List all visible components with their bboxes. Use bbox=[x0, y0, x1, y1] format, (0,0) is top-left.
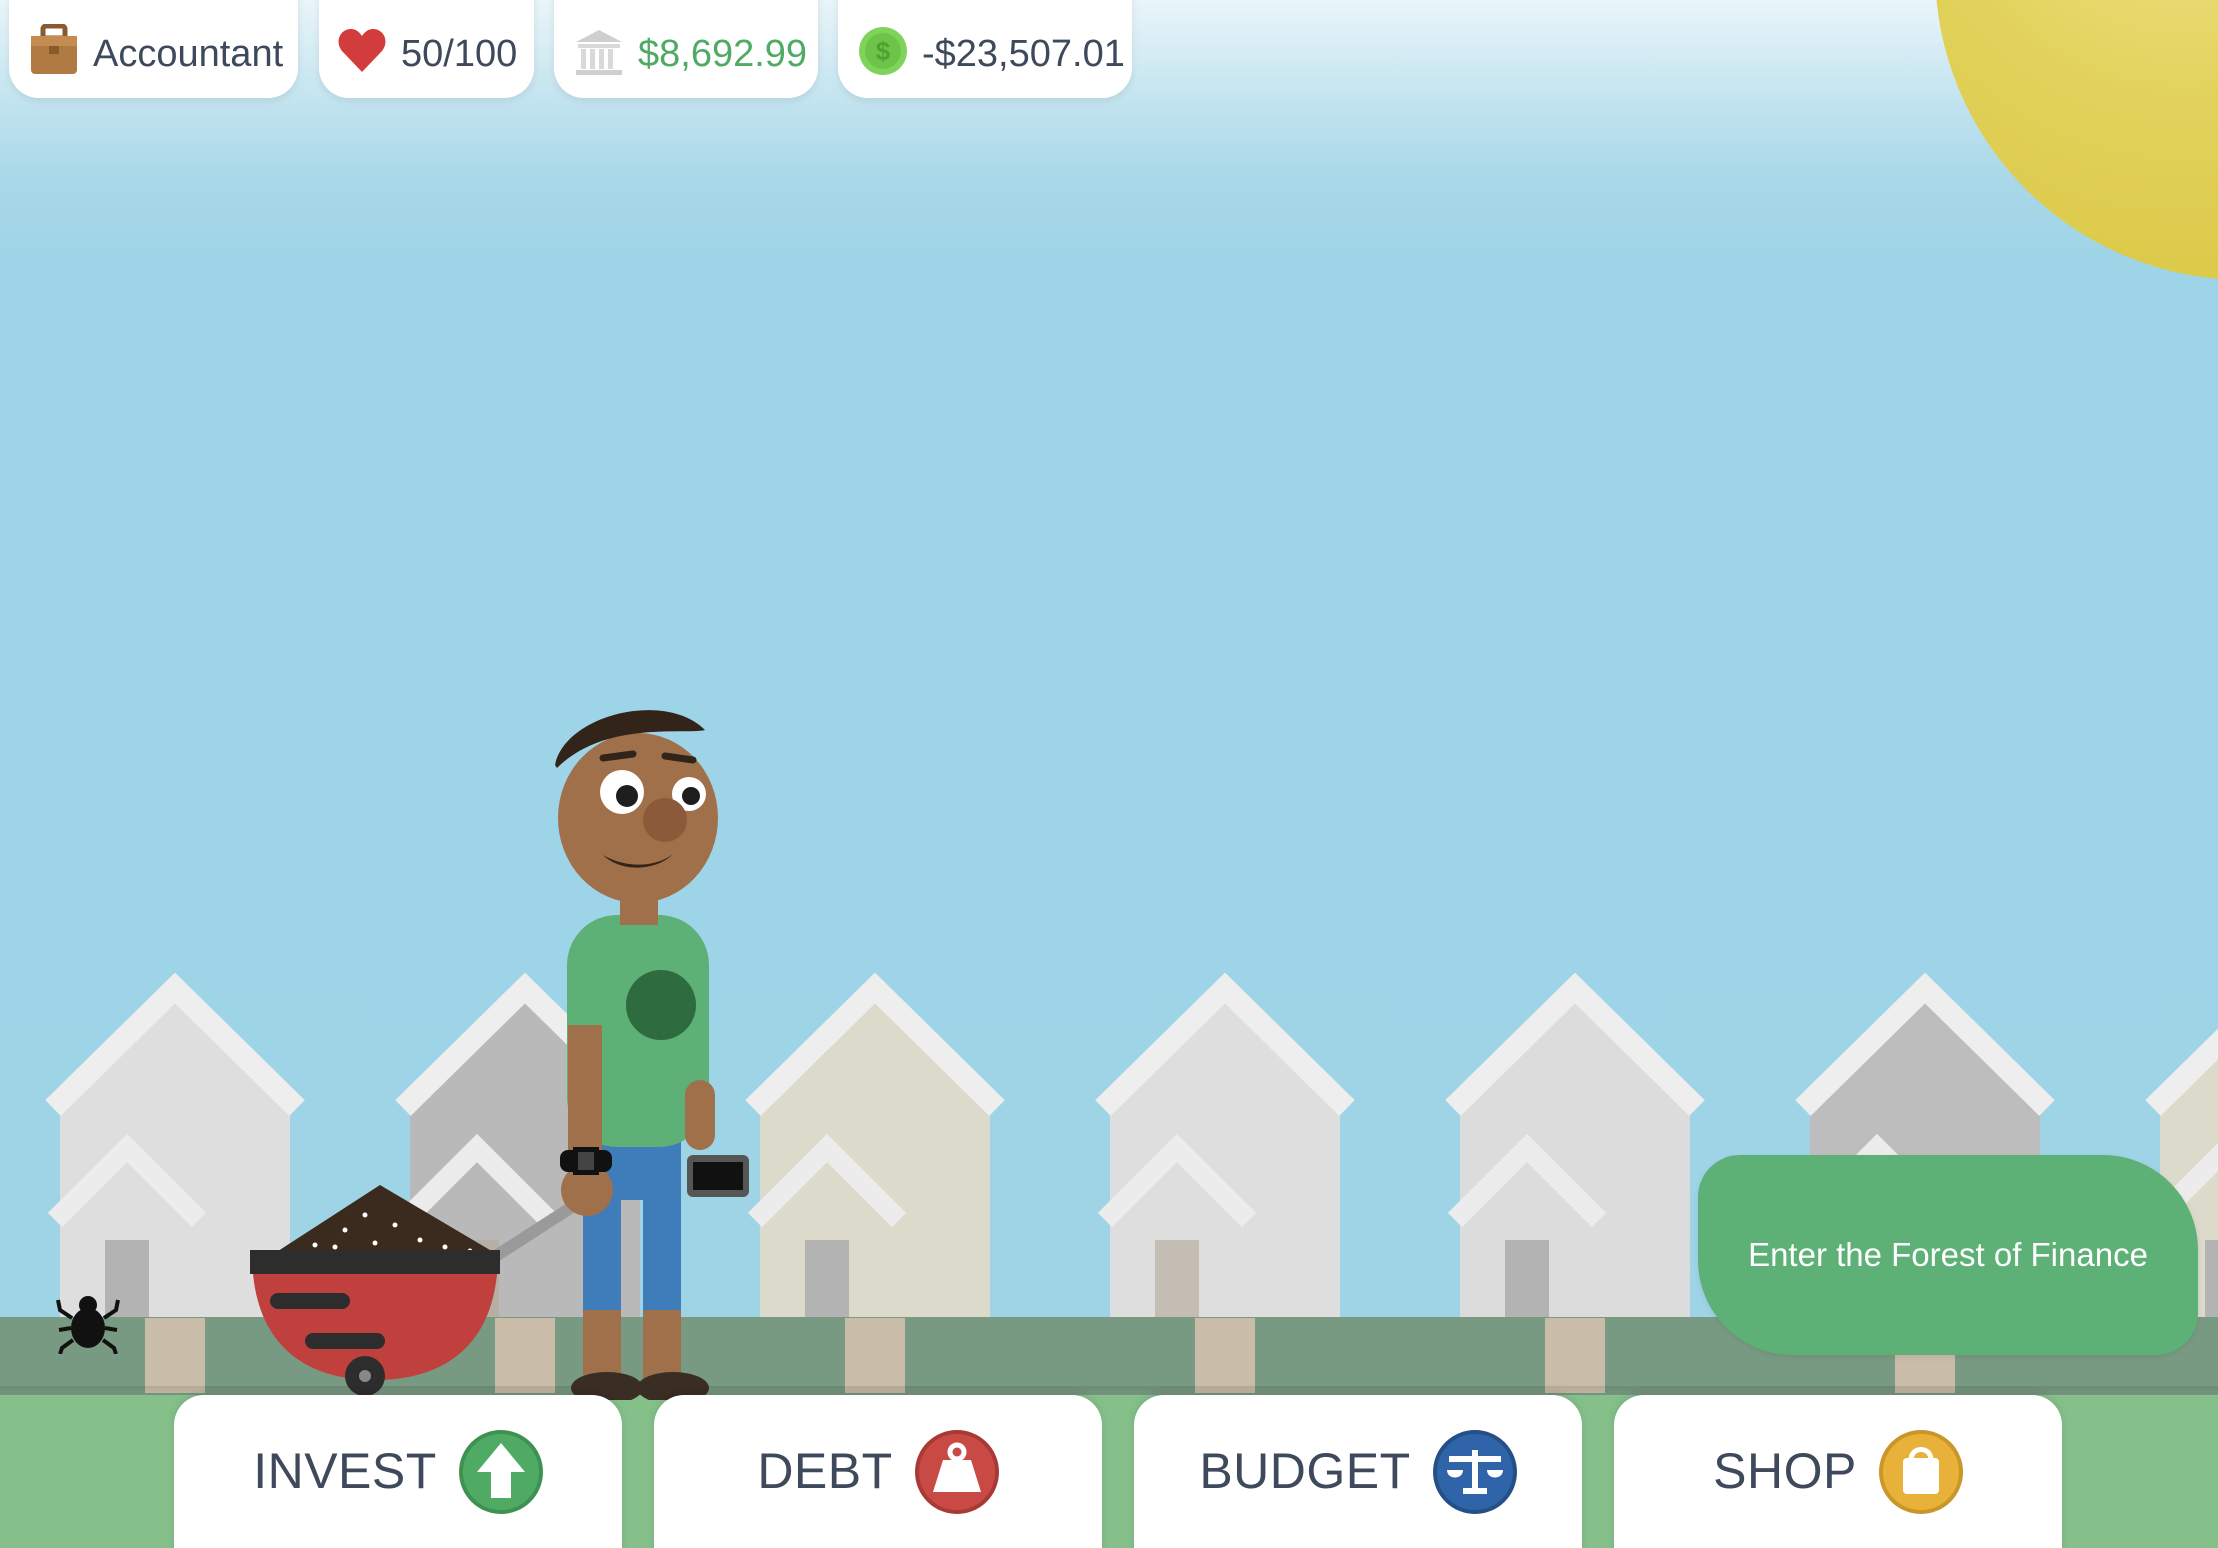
enter-forest-label: Enter the Forest of Finance bbox=[1748, 1236, 2148, 1273]
bug-icon[interactable] bbox=[56, 1290, 120, 1359]
heart-icon bbox=[337, 26, 387, 76]
fence-post bbox=[845, 1318, 905, 1393]
wheelbarrow[interactable] bbox=[245, 1185, 581, 1405]
enter-forest-button[interactable]: Enter the Forest of Finance bbox=[1698, 1155, 2198, 1355]
bank-balance-badge: $8,692.99 bbox=[554, 0, 818, 98]
tab-shop[interactable]: SHOP bbox=[1614, 1395, 2062, 1548]
bank-balance: $8,692.99 bbox=[638, 33, 808, 75]
job-badge: Accountant bbox=[9, 0, 298, 98]
arrow-up-icon bbox=[458, 1430, 543, 1519]
tab-debt[interactable]: DEBT bbox=[654, 1395, 1102, 1548]
fence-post bbox=[1545, 1318, 1605, 1393]
tab-debt-label: DEBT bbox=[757, 1443, 893, 1499]
cash-balance-badge: $ -$23,507.01 bbox=[838, 0, 1132, 98]
bank-icon bbox=[574, 28, 624, 76]
fence-post bbox=[145, 1318, 205, 1393]
tab-shop-label: SHOP bbox=[1713, 1443, 1857, 1499]
svg-text:$: $ bbox=[876, 36, 891, 66]
house bbox=[1445, 972, 1705, 1320]
scale-icon bbox=[1432, 1430, 1517, 1519]
shopping-bag-icon bbox=[1878, 1430, 1963, 1519]
cash-balance: -$23,507.01 bbox=[922, 33, 1125, 75]
health-badge: 50/100 bbox=[319, 0, 534, 98]
house bbox=[1095, 972, 1355, 1320]
tab-budget[interactable]: BUDGET bbox=[1134, 1395, 1582, 1548]
sun bbox=[1935, 0, 2218, 280]
tab-budget-label: BUDGET bbox=[1199, 1443, 1411, 1499]
game-scene: Accountant 50/100 $8,692.99 $ -$23,507.0… bbox=[0, 0, 2218, 1548]
health-value: 50/100 bbox=[401, 33, 518, 75]
job-title: Accountant bbox=[93, 33, 284, 75]
tab-invest-label: INVEST bbox=[253, 1443, 437, 1499]
weight-icon bbox=[914, 1430, 999, 1519]
house bbox=[745, 972, 1005, 1320]
tab-invest[interactable]: INVEST bbox=[174, 1395, 622, 1548]
player-character[interactable] bbox=[545, 700, 765, 1405]
fence-post bbox=[1195, 1318, 1255, 1393]
coin-icon: $ bbox=[858, 26, 908, 76]
briefcase-icon bbox=[29, 24, 79, 76]
